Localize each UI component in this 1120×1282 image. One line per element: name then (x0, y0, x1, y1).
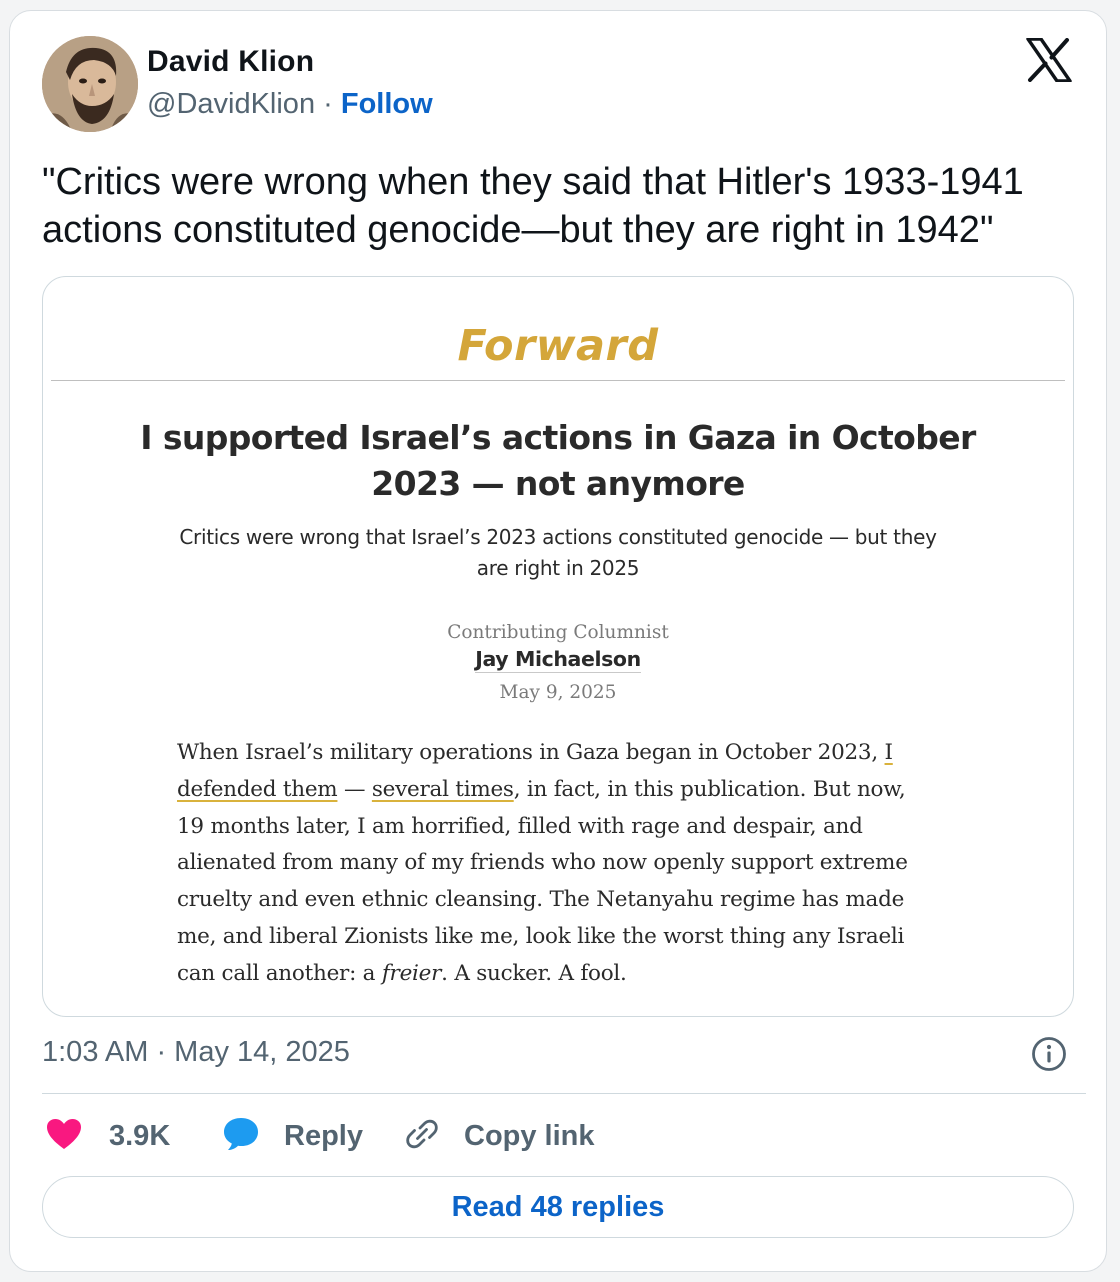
avatar[interactable] (42, 36, 138, 132)
separator-dot: · (323, 88, 333, 120)
byline-author: Jay Michaelson (43, 647, 1073, 673)
like-count: 3.9K (109, 1119, 171, 1152)
copy-link-label: Copy link (464, 1119, 595, 1152)
body-text-2: — (337, 776, 372, 802)
read-replies-button[interactable]: Read 48 replies (42, 1176, 1074, 1238)
copy-link-button[interactable]: Copy link (404, 1114, 595, 1158)
heart-icon (46, 1118, 82, 1155)
article-body: When Israel’s military operations in Gaz… (177, 735, 937, 993)
article-embed[interactable]: Forward I supported Israel’s actions in … (42, 276, 1074, 1017)
action-divider (42, 1093, 1086, 1094)
article-date: May 9, 2025 (499, 682, 617, 703)
x-logo-icon[interactable] (1026, 37, 1072, 83)
info-icon[interactable] (1031, 1036, 1067, 1072)
body-link-several-times: several times (371, 776, 514, 802)
author-name[interactable]: David Klion (147, 45, 314, 79)
forward-logo: Forward (457, 321, 659, 371)
body-emphasis-freier: freier (381, 960, 442, 986)
author-handle-line: @DavidKlion · Follow (147, 88, 433, 121)
link-icon (404, 1116, 440, 1157)
article-subheadline: Critics were wrong that Israel’s 2023 ac… (179, 525, 937, 580)
body-text-3: , in fact, in this publication. But now,… (177, 776, 908, 986)
masthead-divider (51, 380, 1065, 381)
byline-role: Contributing Columnist (447, 622, 669, 643)
tweet-timestamp[interactable]: 1:03 AM · May 14, 2025 (42, 1036, 350, 1069)
follow-button[interactable]: Follow (341, 88, 433, 120)
body-text-4: . A sucker. A fool. (441, 960, 627, 986)
article-headline: I supported Israel’s actions in Gaza in … (140, 418, 976, 503)
reply-button[interactable]: Reply (222, 1114, 363, 1158)
like-button[interactable]: 3.9K (46, 1114, 170, 1158)
byline-author-name: Jay Michaelson (475, 647, 641, 673)
author-handle[interactable]: @DavidKlion (147, 88, 315, 120)
read-replies-label: Read 48 replies (451, 1190, 665, 1223)
body-text-1: When Israel’s military operations in Gaz… (177, 740, 885, 765)
tweet-text: "Critics were wrong when they said that … (42, 161, 1024, 251)
reply-label: Reply (284, 1119, 363, 1152)
speech-bubble-icon (222, 1116, 260, 1157)
